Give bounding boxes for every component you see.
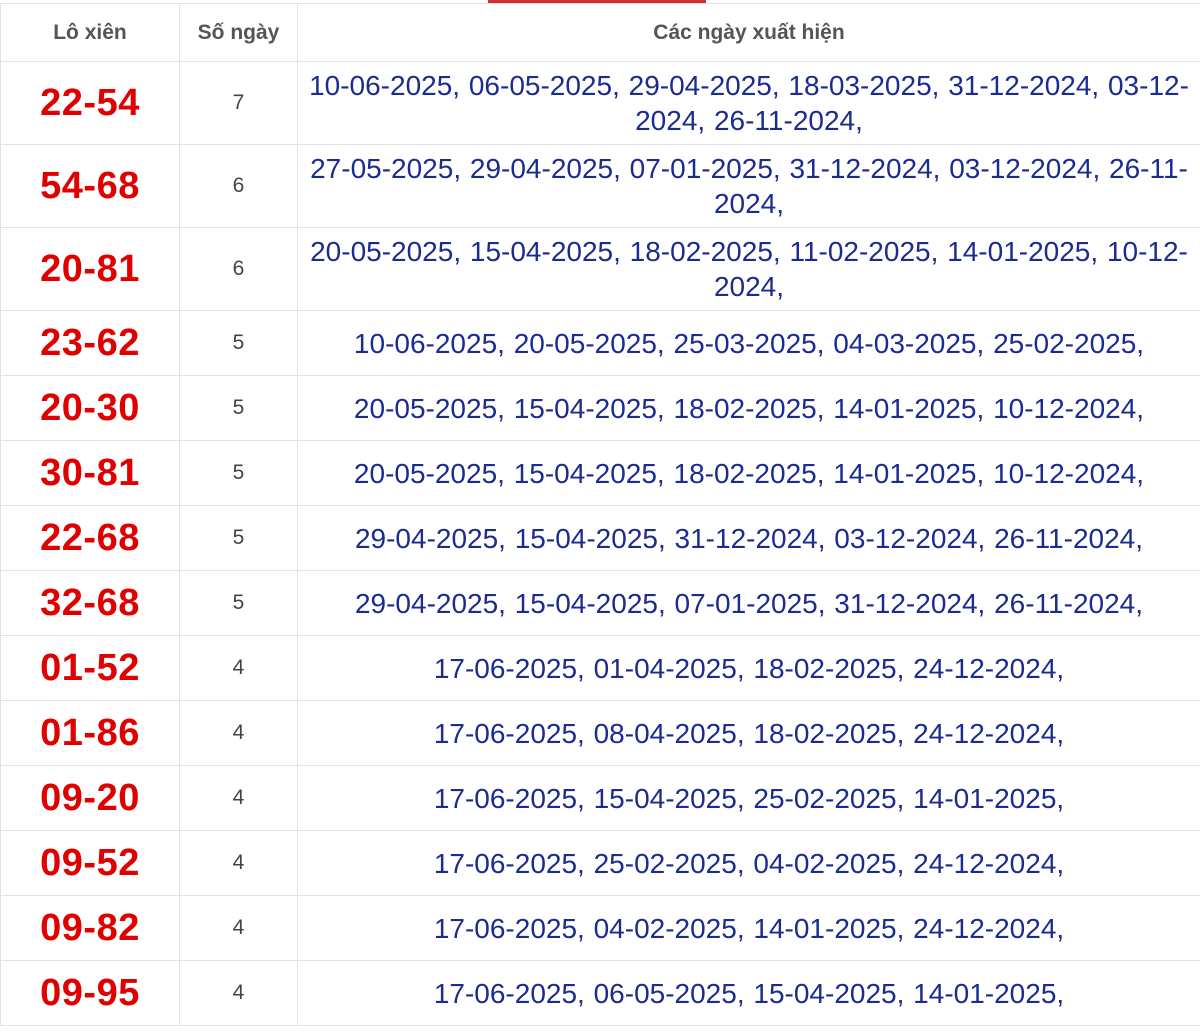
day-count: 5 bbox=[179, 440, 298, 506]
table-row: 54-68 6 27-05-2025, 29-04-2025, 07-01-20… bbox=[0, 144, 1200, 228]
day-count: 4 bbox=[179, 895, 298, 961]
appearance-dates: 10-06-2025, 06-05-2025, 29-04-2025, 18-0… bbox=[297, 61, 1200, 145]
day-count: 6 bbox=[179, 144, 298, 228]
appearance-dates: 17-06-2025, 06-05-2025, 15-04-2025, 14-0… bbox=[297, 960, 1200, 1026]
day-count: 4 bbox=[179, 700, 298, 766]
table-row: 23-62 5 10-06-2025, 20-05-2025, 25-03-20… bbox=[0, 310, 1200, 376]
pair-number: 20-81 bbox=[0, 227, 180, 311]
table-row: 22-68 5 29-04-2025, 15-04-2025, 31-12-20… bbox=[0, 505, 1200, 571]
day-count: 5 bbox=[179, 570, 298, 636]
appearance-dates: 29-04-2025, 15-04-2025, 31-12-2024, 03-1… bbox=[297, 505, 1200, 571]
pair-number: 09-95 bbox=[0, 960, 180, 1026]
table-row: 20-81 6 20-05-2025, 15-04-2025, 18-02-20… bbox=[0, 227, 1200, 311]
day-count: 4 bbox=[179, 635, 298, 701]
lo-xien-table: Lô xiên Số ngày Các ngày xuất hiện 22-54… bbox=[0, 3, 1200, 1026]
pair-number: 09-82 bbox=[0, 895, 180, 961]
appearance-dates: 17-06-2025, 08-04-2025, 18-02-2025, 24-1… bbox=[297, 700, 1200, 766]
appearance-dates: 17-06-2025, 01-04-2025, 18-02-2025, 24-1… bbox=[297, 635, 1200, 701]
appearance-dates: 20-05-2025, 15-04-2025, 18-02-2025, 14-0… bbox=[297, 440, 1200, 506]
day-count: 4 bbox=[179, 960, 298, 1026]
pair-number: 30-81 bbox=[0, 440, 180, 506]
pair-number: 09-52 bbox=[0, 830, 180, 896]
appearance-dates: 27-05-2025, 29-04-2025, 07-01-2025, 31-1… bbox=[297, 144, 1200, 228]
table-row: 09-82 4 17-06-2025, 04-02-2025, 14-01-20… bbox=[0, 895, 1200, 961]
table-row: 09-95 4 17-06-2025, 06-05-2025, 15-04-20… bbox=[0, 960, 1200, 1026]
table-row: 32-68 5 29-04-2025, 15-04-2025, 07-01-20… bbox=[0, 570, 1200, 636]
appearance-dates: 10-06-2025, 20-05-2025, 25-03-2025, 04-0… bbox=[297, 310, 1200, 376]
pair-number: 20-30 bbox=[0, 375, 180, 441]
day-count: 5 bbox=[179, 505, 298, 571]
day-count: 5 bbox=[179, 375, 298, 441]
pair-number: 32-68 bbox=[0, 570, 180, 636]
appearance-dates: 17-06-2025, 04-02-2025, 14-01-2025, 24-1… bbox=[297, 895, 1200, 961]
table-row: 01-86 4 17-06-2025, 08-04-2025, 18-02-20… bbox=[0, 700, 1200, 766]
table-row: 09-20 4 17-06-2025, 15-04-2025, 25-02-20… bbox=[0, 765, 1200, 831]
day-count: 6 bbox=[179, 227, 298, 311]
table-row: 01-52 4 17-06-2025, 01-04-2025, 18-02-20… bbox=[0, 635, 1200, 701]
table-row: 22-54 7 10-06-2025, 06-05-2025, 29-04-20… bbox=[0, 61, 1200, 145]
appearance-dates: 20-05-2025, 15-04-2025, 18-02-2025, 14-0… bbox=[297, 375, 1200, 441]
day-count: 5 bbox=[179, 310, 298, 376]
day-count: 7 bbox=[179, 61, 298, 145]
header-lo-xien: Lô xiên bbox=[0, 3, 180, 62]
appearance-dates: 17-06-2025, 25-02-2025, 04-02-2025, 24-1… bbox=[297, 830, 1200, 896]
appearance-dates: 20-05-2025, 15-04-2025, 18-02-2025, 11-0… bbox=[297, 227, 1200, 311]
header-cac-ngay-xuat-hien: Các ngày xuất hiện bbox=[297, 3, 1200, 62]
pair-number: 09-20 bbox=[0, 765, 180, 831]
pair-number: 01-86 bbox=[0, 700, 180, 766]
pair-number: 22-68 bbox=[0, 505, 180, 571]
header-so-ngay: Số ngày bbox=[179, 3, 298, 62]
table-row: 20-30 5 20-05-2025, 15-04-2025, 18-02-20… bbox=[0, 375, 1200, 441]
pair-number: 01-52 bbox=[0, 635, 180, 701]
pair-number: 54-68 bbox=[0, 144, 180, 228]
appearance-dates: 17-06-2025, 15-04-2025, 25-02-2025, 14-0… bbox=[297, 765, 1200, 831]
table-header-row: Lô xiên Số ngày Các ngày xuất hiện bbox=[0, 3, 1200, 62]
pair-number: 23-62 bbox=[0, 310, 180, 376]
table-row: 09-52 4 17-06-2025, 25-02-2025, 04-02-20… bbox=[0, 830, 1200, 896]
day-count: 4 bbox=[179, 765, 298, 831]
pair-number: 22-54 bbox=[0, 61, 180, 145]
appearance-dates: 29-04-2025, 15-04-2025, 07-01-2025, 31-1… bbox=[297, 570, 1200, 636]
day-count: 4 bbox=[179, 830, 298, 896]
table-row: 30-81 5 20-05-2025, 15-04-2025, 18-02-20… bbox=[0, 440, 1200, 506]
